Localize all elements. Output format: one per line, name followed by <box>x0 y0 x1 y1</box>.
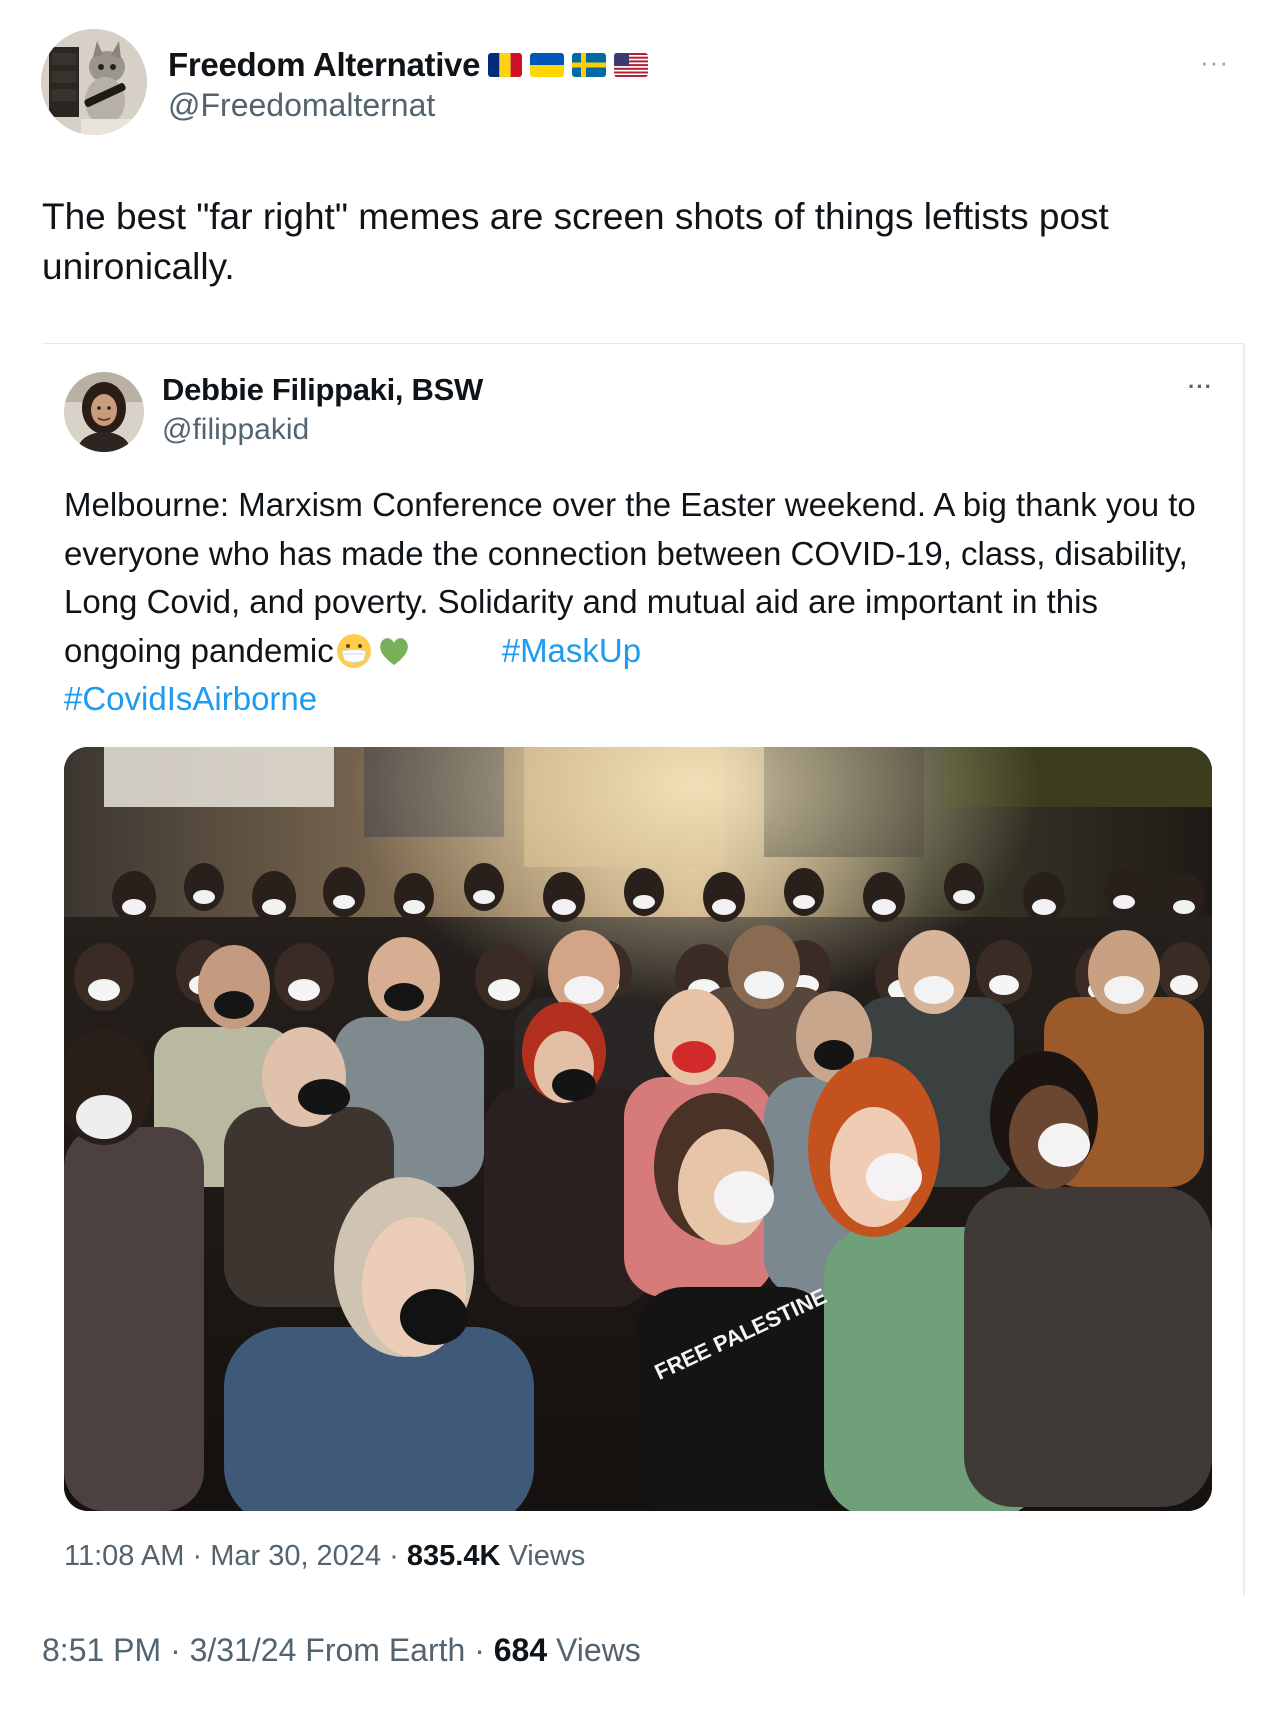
meta-separator: · <box>170 1632 181 1668</box>
tweet-time[interactable]: 8:51 PM <box>42 1632 161 1668</box>
avatar-image <box>41 29 147 135</box>
usa-flag-icon <box>614 53 649 77</box>
quoted-views-label: Views <box>508 1540 586 1572</box>
author-name[interactable]: Freedom Alternative <box>168 46 480 84</box>
green-heart-emoji <box>375 632 413 670</box>
romania-flag-icon <box>488 53 523 77</box>
quoted-views-count: 835.4K <box>406 1540 501 1572</box>
quoted-tweet-card[interactable]: Debbie Filippaki, BSW @filippakid ··· Me… <box>42 343 1245 1596</box>
quoted-author-avatar[interactable] <box>64 372 144 452</box>
mask-face-emoji <box>335 632 373 670</box>
author-avatar[interactable] <box>41 29 147 135</box>
tweet-source: From Earth <box>305 1632 466 1668</box>
audience-photo: FREE PALESTINE <box>64 747 1212 1511</box>
quoted-author-name[interactable]: Debbie Filippaki, BSW <box>162 372 483 408</box>
quoted-tweet-meta: 11:08 AM · Mar 30, 2024 · 835.4K Views <box>64 1540 585 1573</box>
quoted-tweet-photo[interactable]: FREE PALESTINE <box>64 747 1212 1511</box>
tweet-views-count: 684 <box>493 1632 548 1668</box>
tweet-text: The best "far right" memes are screen sh… <box>42 196 1109 287</box>
hashtag-maskup[interactable]: #MaskUp <box>502 632 641 669</box>
ukraine-flag-icon <box>530 53 565 77</box>
quoted-tweet-date[interactable]: Mar 30, 2024 <box>210 1540 381 1572</box>
sweden-flag-icon <box>572 53 607 77</box>
meta-separator: · <box>474 1632 485 1668</box>
hashtag-covidisairborne[interactable]: #CovidIsAirborne <box>64 680 317 717</box>
quoted-tweet-time[interactable]: 11:08 AM <box>64 1540 184 1572</box>
quoted-avatar-image <box>64 372 144 452</box>
tweet-meta: 8:51 PM · 3/31/24 From Earth · 684 Views <box>42 1632 641 1669</box>
tweet-header: Freedom Alternative @Freedomalternat ··· <box>41 29 1241 137</box>
quoted-more-options-icon[interactable]: ··· <box>1188 374 1213 400</box>
meta-separator: · <box>389 1540 399 1572</box>
author-name-row: Freedom Alternative <box>168 45 649 85</box>
quoted-tweet-text: Melbourne: Marxism Conference over the E… <box>64 481 1214 724</box>
meta-separator: · <box>192 1540 203 1572</box>
quoted-author-handle[interactable]: @filippakid <box>162 413 309 447</box>
author-handle[interactable]: @Freedomalternat <box>168 87 435 124</box>
more-options-icon[interactable]: ··· <box>1200 47 1229 78</box>
tweet-views-label: Views <box>556 1632 641 1668</box>
tweet-date[interactable]: 3/31/24 <box>190 1632 297 1668</box>
